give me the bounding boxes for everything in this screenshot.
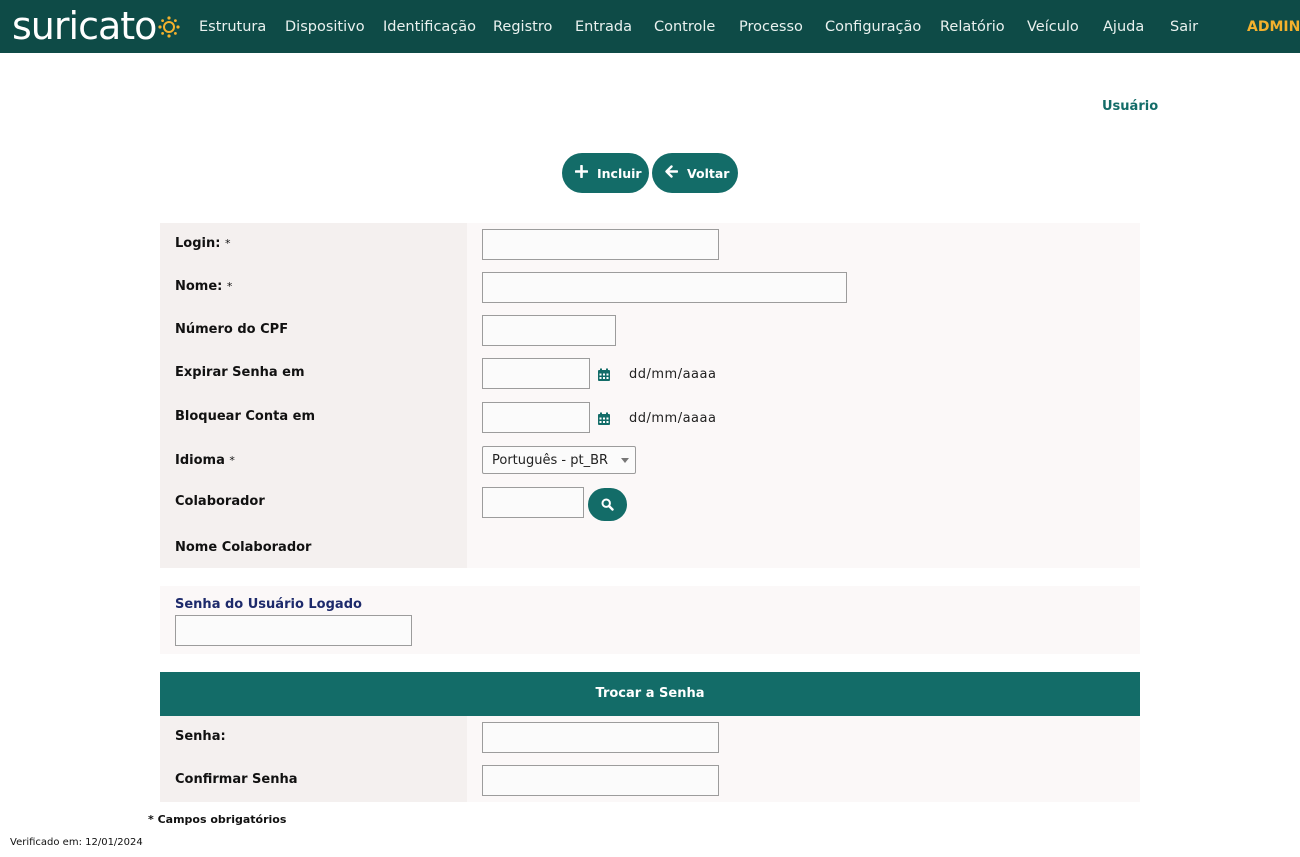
colaborador-input[interactable] [482, 487, 584, 518]
logo-text: suricato [12, 4, 157, 48]
logged-password-input[interactable] [175, 615, 412, 646]
calendar-icon[interactable] [597, 368, 611, 382]
logged-password-label: Senha do Usuário Logado [175, 597, 362, 612]
bloquear-conta-input[interactable] [482, 402, 590, 433]
verified-date: Verificado em: 12/01/2024 [10, 837, 143, 848]
login-input[interactable] [482, 229, 719, 260]
nav-controle[interactable]: Controle [654, 0, 715, 53]
nome-label: Nome: * [175, 279, 233, 294]
nav-configuracao[interactable]: Configuração [825, 0, 921, 53]
idioma-selected-value: Português - pt_BR [492, 453, 609, 468]
login-label: Login: * [175, 236, 231, 251]
search-icon [601, 498, 614, 511]
plus-icon [574, 164, 589, 182]
colaborador-label: Colaborador [175, 494, 265, 509]
top-navbar: suricato Estrutura Dispositivo Identific… [0, 0, 1300, 53]
nome-colaborador-label: Nome Colaborador [175, 540, 312, 555]
nav-sair[interactable]: Sair [1170, 0, 1198, 53]
user-admin-label[interactable]: ADMIN [1247, 0, 1300, 53]
nav-entrada[interactable]: Entrada [575, 0, 632, 53]
nav-registro[interactable]: Registro [493, 0, 552, 53]
bloquear-conta-label: Bloquear Conta em [175, 409, 315, 424]
date-format-hint: dd/mm/aaaa [629, 367, 717, 382]
suricato-logo[interactable]: suricato [12, 4, 180, 48]
expirar-senha-input[interactable] [482, 358, 590, 389]
calendar-icon[interactable] [597, 412, 611, 426]
confirmar-senha-label: Confirmar Senha [175, 772, 298, 787]
nav-identificacao[interactable]: Identificação [383, 0, 476, 53]
page-title: Usuário [1102, 99, 1159, 114]
nome-input[interactable] [482, 272, 847, 303]
add-button[interactable]: Incluir [562, 153, 649, 193]
back-button-label: Voltar [687, 165, 730, 181]
idioma-select[interactable]: Português - pt_BR [482, 446, 636, 474]
required-fields-note: * Campos obrigatórios [148, 813, 287, 826]
nav-ajuda[interactable]: Ajuda [1103, 0, 1144, 53]
chevron-down-icon [621, 458, 629, 463]
nav-dispositivo[interactable]: Dispositivo [285, 0, 365, 53]
confirmar-senha-input[interactable] [482, 765, 719, 796]
add-button-label: Incluir [597, 165, 642, 181]
form-label-column [160, 223, 467, 568]
logo-sun-icon [158, 16, 180, 38]
senha-label: Senha: [175, 729, 226, 744]
expirar-senha-label: Expirar Senha em [175, 365, 305, 380]
arrow-left-icon [665, 164, 679, 182]
search-colaborador-button[interactable] [588, 488, 627, 521]
date-format-hint: dd/mm/aaaa [629, 411, 717, 426]
back-button[interactable]: Voltar [652, 153, 738, 193]
nav-relatorio[interactable]: Relatório [940, 0, 1005, 53]
change-password-header: Trocar a Senha [160, 672, 1140, 716]
nav-processo[interactable]: Processo [739, 0, 803, 53]
idioma-label: Idioma * [175, 453, 235, 468]
cpf-input[interactable] [482, 315, 616, 346]
nav-estrutura[interactable]: Estrutura [199, 0, 266, 53]
senha-input[interactable] [482, 722, 719, 753]
nav-veiculo[interactable]: Veículo [1027, 0, 1079, 53]
cpf-label: Número do CPF [175, 322, 289, 337]
